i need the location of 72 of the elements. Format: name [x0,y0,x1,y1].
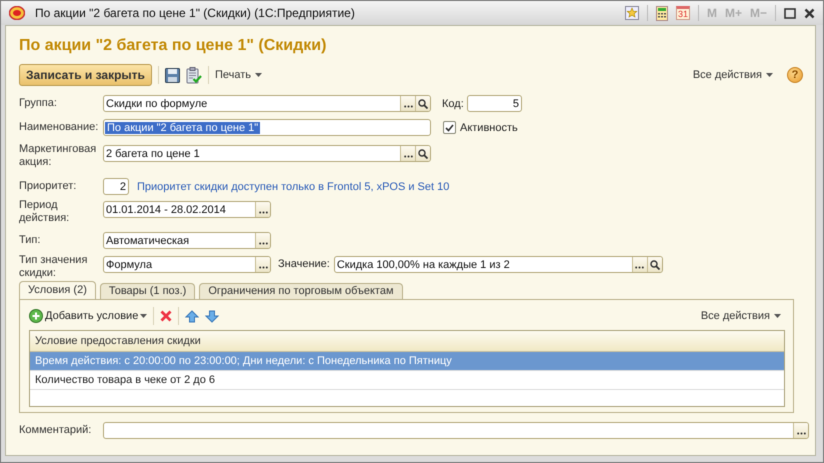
clipboard-check-icon[interactable] [186,66,202,84]
all-actions-menu[interactable]: Все действия [700,310,781,322]
field-label: Тип: [19,234,42,247]
move-down-icon[interactable] [205,310,220,322]
ellipsis-icon [635,266,644,269]
field-label: Наименование: [19,121,100,134]
window-title: По акции "2 багета по цене 1" (Скидки) (1С:Предприятие) [35,6,355,20]
field-label: Группа: [19,97,58,110]
value-field[interactable]: Скидка 100,00% на каждые 1 из 2 [334,256,663,273]
app-logo-icon [9,6,25,20]
group-field[interactable]: Скидки по формуле [103,95,431,112]
move-up-icon[interactable] [185,310,200,322]
search-icon [418,148,428,158]
type-field[interactable]: Автоматическая [103,232,271,249]
search-icon [418,98,428,108]
campaign-field[interactable]: 2 багета по цене 1 [103,145,431,162]
search-button[interactable] [415,96,430,111]
period-field[interactable]: 01.01.2014 - 28.02.2014 [103,201,271,218]
save-icon[interactable] [164,68,180,82]
ellipsis-icon [258,211,268,214]
search-button[interactable] [415,146,430,161]
field-label: Приоритет: [19,180,78,193]
ellipsis-icon [796,432,806,435]
form-heading: По акции "2 багета по цене 1" (Скидки) [19,37,328,56]
save-and-close-button[interactable]: Записать и закрыть [19,64,152,86]
choice-button[interactable] [255,202,270,217]
calendar-button[interactable]: 31 [676,6,690,20]
delete-icon[interactable] [160,310,172,322]
tab[interactable]: Товары (1 поз.) [100,283,196,299]
tab[interactable]: Условия (2) [19,281,96,299]
active-checkbox[interactable] [443,121,456,134]
print-menu[interactable]: Печать [214,69,262,81]
choice-button[interactable] [632,257,647,272]
field-label: Код: [442,98,465,110]
search-button[interactable] [646,257,662,272]
caret-icon [140,314,148,318]
value-type-field[interactable]: Формула [103,256,271,273]
plus-icon [29,309,43,323]
ellipsis-icon [404,155,412,158]
help-button[interactable]: ? [787,67,803,83]
choice-button[interactable] [400,96,415,111]
calculator-icon[interactable] [656,6,668,20]
choice-button[interactable] [793,423,808,438]
ellipsis-icon [258,266,268,269]
tab[interactable]: Ограничения по торговым объектам [199,283,403,299]
caret-icon [254,73,262,77]
table-row[interactable]: Количество товара в чеке от 2 до 6 [30,371,784,390]
field-label: Тип значения скидки: [19,254,88,280]
checkbox-label: Активность [460,122,518,134]
all-actions-menu[interactable]: Все действия [692,69,773,81]
maximize-icon[interactable] [784,8,796,18]
name-field[interactable]: По акции "2 багета по цене 1" [103,119,431,136]
field-label: Комментарий: [19,424,92,437]
column-header[interactable]: Условие предоставления скидки [30,331,784,352]
close-icon[interactable] [804,8,815,18]
choice-button[interactable] [255,257,270,272]
field-label: Значение: [278,258,330,270]
caret-icon [774,314,781,318]
priority-note: Приоритет скидки доступен только в Frontol 5, xPOS и Set 10 [137,180,450,192]
ellipsis-icon [404,105,412,108]
caret-icon [766,73,773,77]
add-condition-menu[interactable]: Добавить условие [29,309,148,323]
priority-field[interactable]: 2 [103,178,129,195]
field-label: Период действия: [19,199,70,225]
favorite-star-icon[interactable] [624,6,639,20]
comment-field[interactable] [103,422,809,439]
field-label: Маркетинговая акция: [19,143,98,169]
code-field[interactable]: 5 [467,95,522,112]
choice-button[interactable] [400,146,415,161]
search-icon [650,260,660,270]
ellipsis-icon [258,242,268,245]
choice-button[interactable] [255,233,270,248]
